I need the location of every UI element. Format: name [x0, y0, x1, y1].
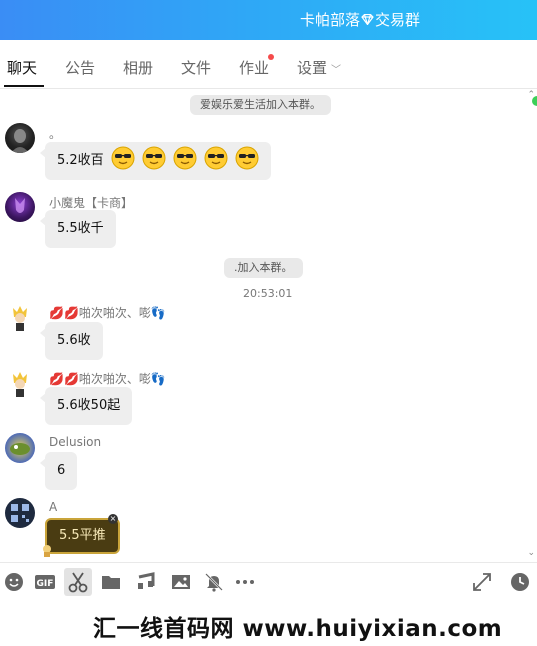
tab-chat[interactable]: 聊天	[7, 57, 37, 78]
chevron-down-icon: ﹀	[331, 65, 342, 76]
sender-nickname: A	[49, 500, 58, 514]
bubble-decoration-icon	[40, 542, 54, 557]
tab-announcements[interactable]: 公告	[65, 57, 95, 78]
tab-settings[interactable]: 设置 ﹀	[297, 57, 341, 78]
message-bubble: 5.2收百	[39, 142, 272, 180]
expand-icon[interactable]	[471, 571, 493, 593]
scroll-up-icon[interactable]: ⌃	[527, 90, 535, 100]
watermark-text: 汇一线首码网 www.huiyixian.com	[93, 616, 503, 642]
music-icon[interactable]	[135, 571, 157, 593]
message-bubble: 6	[39, 452, 78, 490]
chat-message-list[interactable]: ⌃ 爱娱乐爱生活加入本群。 。 5.2收百 小魔鬼【卡商】 5.5收千 .加入本…	[0, 90, 537, 562]
tab-album[interactable]: 相册	[123, 57, 153, 78]
scroll-down-icon[interactable]: ⌄	[527, 548, 535, 558]
svg-text:GIF: GIF	[37, 579, 54, 589]
cool-face-icon	[111, 146, 135, 170]
message-text: 5.5平推	[59, 528, 106, 543]
message-timestamp: 20:53:01	[243, 287, 293, 300]
image-icon[interactable]	[170, 571, 192, 593]
scissors-icon[interactable]	[64, 568, 92, 596]
sender-nickname: 。	[49, 127, 62, 141]
message-text: 5.6收	[57, 333, 91, 348]
notification-dot	[268, 54, 275, 60]
watermark-banner: 汇一线首码网 www.huiyixian.com	[0, 600, 537, 646]
diamond-icon	[361, 13, 374, 29]
cool-face-icon	[173, 146, 197, 170]
sender-nickname: 💋💋啪次啪次、嘭👣	[49, 372, 166, 386]
gif-icon[interactable]: GIF	[34, 571, 56, 593]
avatar[interactable]	[5, 369, 35, 399]
window-title: 卡帕部落 交易群	[300, 9, 420, 30]
sender-nickname: 💋💋啪次啪次、嘭👣	[49, 306, 166, 320]
message-bubble-decorated: 5.5平推	[45, 518, 120, 554]
cool-face-icon	[142, 146, 166, 170]
history-icon[interactable]	[509, 571, 531, 593]
bell-off-icon[interactable]	[203, 571, 225, 593]
more-icon[interactable]	[234, 571, 256, 593]
avatar[interactable]	[5, 303, 35, 333]
folder-icon[interactable]	[100, 571, 122, 593]
title-bar: 卡帕部落 交易群	[0, 0, 537, 40]
footprints-icon: 👣	[150, 372, 166, 386]
avatar[interactable]	[5, 498, 35, 528]
input-toolbar: GIF	[0, 562, 537, 600]
message-bubble: 5.5收千	[40, 210, 116, 248]
title-text-part2: 交易群	[375, 11, 421, 29]
message-text: 6	[57, 463, 66, 478]
tab-bar: 聊天 公告 相册 文件 作业 设置 ﹀	[0, 40, 537, 106]
system-join-notice: 爱娱乐爱生活加入本群。	[190, 95, 331, 115]
tab-files[interactable]: 文件	[181, 57, 211, 78]
sender-nickname: Delusion	[49, 435, 102, 449]
avatar[interactable]	[5, 192, 35, 222]
avatar[interactable]	[5, 433, 35, 463]
emoji-icon[interactable]	[3, 571, 25, 593]
system-join-notice: .加入本群。	[224, 258, 303, 278]
cool-face-icon	[235, 146, 259, 170]
footprints-icon: 👣	[150, 306, 166, 320]
active-tab-underline	[4, 85, 44, 87]
cool-face-icon	[204, 146, 228, 170]
tab-homework[interactable]: 作业	[239, 54, 275, 78]
message-bubble: 5.6收50起	[39, 387, 133, 425]
avatar[interactable]	[5, 123, 35, 153]
lips-icon: 💋💋	[49, 372, 79, 386]
sender-nickname: 小魔鬼【卡商】	[49, 196, 134, 210]
lips-icon: 💋💋	[49, 306, 79, 320]
message-text: 5.5收千	[57, 221, 104, 236]
bubble-badge-icon: ×	[108, 514, 118, 524]
message-bubble: 5.6收	[40, 322, 103, 360]
message-text: 5.2收百	[57, 153, 104, 168]
message-text: 5.6收50起	[57, 398, 121, 413]
title-text-part1: 卡帕部落	[300, 11, 361, 29]
